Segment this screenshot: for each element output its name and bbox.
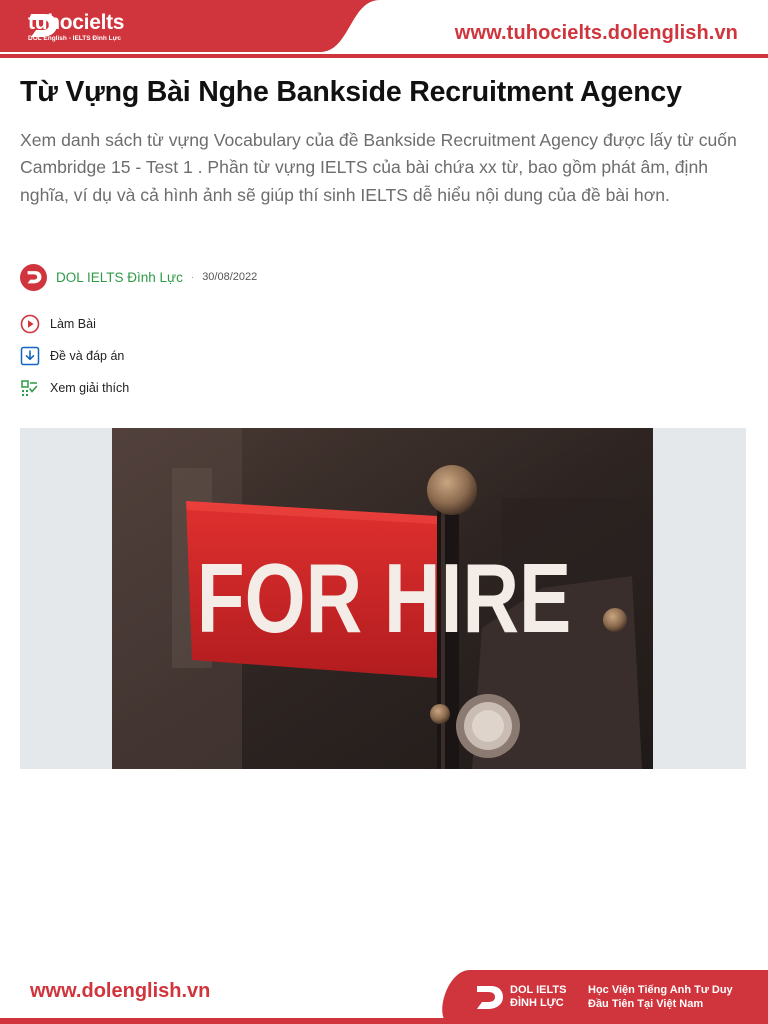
checklist-icon: [20, 378, 40, 398]
dol-logo-icon: [31, 14, 57, 37]
intro-paragraph: Xem danh sách từ vựng Vocabulary của đề …: [20, 130, 737, 205]
footer-brand[interactable]: DOL IELTS ĐÌNH LỰC: [474, 982, 566, 1012]
action-lam-bai[interactable]: Làm Bài: [20, 313, 96, 335]
dol-logo-icon: [477, 986, 503, 1009]
dol-logo-icon: [27, 271, 41, 284]
footer-brand-line2: ĐÌNH LỰC: [510, 997, 564, 1009]
for-hire-sign-photo: FOR HIRE: [112, 428, 653, 769]
publish-date: 30/08/2022: [202, 271, 258, 283]
footer-slogan-line2: Đầu Tiên Tại Việt Nam: [588, 997, 704, 1010]
header-band: tuhocielts DOL English - IELTS Đình Lực …: [0, 0, 768, 58]
footer-slogan: Học Viện Tiếng Anh Tư Duy Đầu Tiên Tại V…: [588, 984, 733, 1011]
author-avatar[interactable]: [20, 263, 47, 291]
sign-text: FOR HIRE: [197, 544, 572, 653]
meta-separator: ·: [190, 271, 195, 283]
action-label: Làm Bài: [50, 317, 96, 331]
action-label: Đề và đáp án: [50, 349, 125, 363]
download-icon: [20, 346, 40, 366]
action-xem-giai-thich[interactable]: Xem giải thích: [20, 377, 129, 399]
header-site-url[interactable]: www.tuhocielts.dolenglish.vn: [455, 22, 738, 45]
page-title: Từ Vựng Bài Nghe Bankside Recruitment Ag…: [20, 76, 682, 108]
footer-slogan-line1: Học Viện Tiếng Anh Tư Duy: [588, 984, 733, 996]
article-figure: FOR HIRE: [20, 428, 746, 769]
header-brand[interactable]: tuhocielts DOL English - IELTS Đình Lực: [28, 10, 124, 44]
author-name[interactable]: DOL IELTS Đình Lực: [56, 270, 183, 285]
author-row: DOL IELTS Đình Lực · 30/08/2022: [20, 263, 257, 291]
footer-brand-line1: DOL IELTS: [510, 984, 567, 996]
action-de-va-dap-an[interactable]: Đề và đáp án: [20, 345, 124, 367]
play-circle-icon: [20, 314, 40, 334]
footer-site-url[interactable]: www.dolenglish.vn: [30, 980, 210, 1003]
action-label: Xem giải thích: [50, 381, 130, 395]
